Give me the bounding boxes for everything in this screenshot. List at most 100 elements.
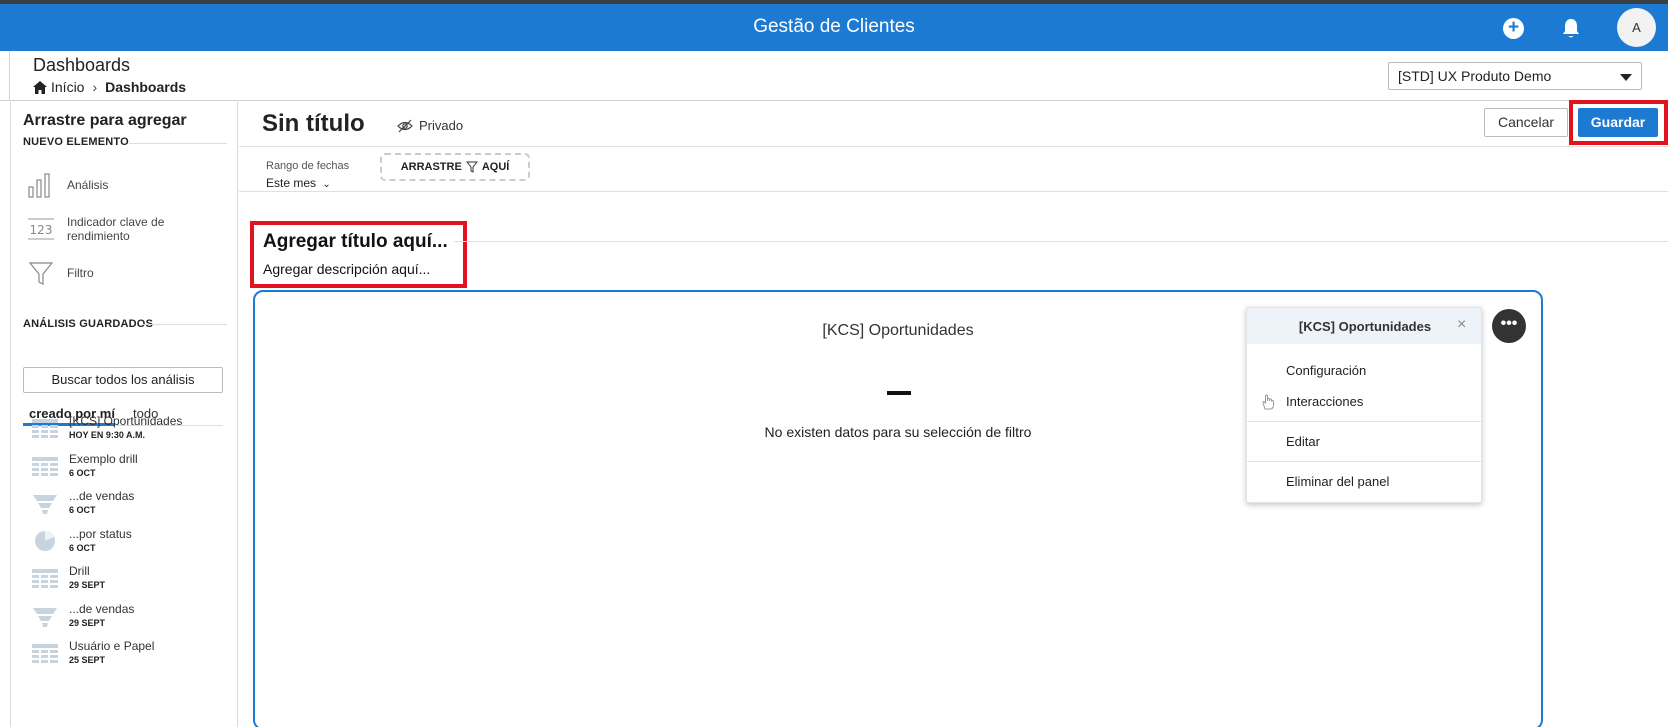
saved-analyses-heading: ANÁLISIS GUARDADOS <box>23 318 154 330</box>
new-item-label: Filtro <box>67 266 94 280</box>
saved-analysis-name: ...por status <box>69 526 132 541</box>
saved-analysis-name: Exemplo drill <box>69 451 138 466</box>
breadcrumb-home[interactable]: Início <box>51 79 84 95</box>
date-range-label: Rango de fechas <box>266 160 350 172</box>
page-header: Dashboards Início › Dashboards [STD] UX … <box>0 51 1668 101</box>
add-icon[interactable]: + <box>1503 18 1524 39</box>
new-item-kpi[interactable]: 123 Indicador clave de rendimiento <box>27 215 185 243</box>
saved-analysis-name: ...de vendas <box>69 489 135 503</box>
breadcrumb-current: Dashboards <box>105 79 187 95</box>
page-title: Dashboards <box>33 55 131 75</box>
workspace-select-value: [STD] UX Produto Demo <box>1398 68 1552 84</box>
menu-divider <box>1247 461 1483 462</box>
top-app-bar: Gestão de Clientes + A <box>0 4 1668 51</box>
saved-analysis-text: Exemplo drill 6 OCT <box>69 452 138 478</box>
menu-item-eliminar[interactable]: Eliminar del panel <box>1286 474 1389 489</box>
table-icon <box>32 569 58 588</box>
table-icon <box>32 419 58 438</box>
filter-funnel-icon <box>28 262 54 285</box>
filter-funnel-icon <box>465 161 478 173</box>
new-item-analysis[interactable]: Análisis <box>27 171 185 199</box>
search-analyses-input[interactable]: Buscar todos los análisis <box>23 367 223 393</box>
saved-analysis-item[interactable]: ...de vendas 6 OCT <box>31 489 134 515</box>
funnel-chart-icon <box>33 495 57 514</box>
saved-analysis-date: 29 SEPT <box>69 617 106 628</box>
hand-pointer-icon <box>1262 394 1274 410</box>
table-icon <box>32 456 58 476</box>
workspace-select[interactable]: [STD] UX Produto Demo <box>1388 62 1642 90</box>
menu-item-interacciones[interactable]: Interacciones <box>1286 394 1363 409</box>
saved-analysis-text: ...de vendas 29 SEPT <box>69 602 134 628</box>
drop-zone-text-before: ARRASTRE <box>400 161 462 173</box>
notification-bell-icon[interactable] <box>1559 17 1583 41</box>
section-divider <box>129 143 227 144</box>
saved-analysis-item[interactable]: Exemplo drill 6 OCT <box>31 452 138 478</box>
bar-chart-icon <box>28 173 50 198</box>
saved-analysis-name: [KCS] Oportunidades <box>69 414 183 428</box>
menu-item-configuracion[interactable]: Configuración <box>1286 363 1366 378</box>
table-icon <box>32 644 58 663</box>
menu-divider <box>1247 421 1483 422</box>
drop-zone-text-after: AQUÍ <box>481 161 510 173</box>
saved-analysis-date: HOY EN 9:30 A.M. <box>69 430 146 440</box>
svg-text:123: 123 <box>30 223 53 237</box>
more-options-icon[interactable]: ••• <box>1492 309 1526 343</box>
new-item-label: Indicador clave de rendimiento <box>67 215 165 243</box>
menu-item-editar[interactable]: Editar <box>1286 434 1320 449</box>
sidebar-title: Arrastre para agregar <box>23 112 187 129</box>
saved-analysis-text: [KCS] Oportunidades HOY EN 9:30 A.M. <box>69 414 182 440</box>
saved-analysis-name: Drill <box>69 564 90 578</box>
saved-analysis-item[interactable]: ...por status 6 OCT <box>31 527 132 553</box>
filter-bar-divider <box>239 191 1668 192</box>
cancel-button[interactable]: Cancelar <box>1484 108 1568 137</box>
dashboard-title[interactable]: Sin título <box>262 110 365 138</box>
card-context-menu: [KCS] Oportunidades × Configuración Inte… <box>1246 307 1483 503</box>
saved-analysis-date: 25 SEPT <box>69 655 106 665</box>
sidebar: Arrastre para agregar NUEVO ELEMENTO Aná… <box>10 102 238 727</box>
saved-analysis-name: ...de vendas <box>69 601 135 616</box>
breadcrumb-chevron-icon: › <box>92 79 98 95</box>
saved-analysis-item[interactable]: Usuário e Papel 25 SEPT <box>31 639 154 665</box>
chevron-down-icon: ⌄ <box>322 179 331 190</box>
saved-analysis-text: ...por status 6 OCT <box>69 527 132 553</box>
saved-analysis-name: Usuário e Papel <box>69 639 155 653</box>
saved-analysis-text: Drill 29 SEPT <box>69 564 105 590</box>
menu-header: [KCS] Oportunidades × <box>1247 308 1481 344</box>
eye-off-icon <box>397 119 413 132</box>
new-item-label: Análisis <box>67 178 109 192</box>
saved-analysis-date: 29 SEPT <box>69 580 106 590</box>
kpi-123-icon: 123 <box>28 218 54 240</box>
funnel-chart-icon <box>33 607 57 627</box>
toolbar-divider <box>239 146 1668 147</box>
caret-down-icon <box>1620 74 1632 81</box>
saved-analysis-item[interactable]: Drill 29 SEPT <box>31 564 105 590</box>
saved-analysis-item[interactable]: [KCS] Oportunidades HOY EN 9:30 A.M. <box>31 414 182 440</box>
new-item-filter[interactable]: Filtro <box>27 259 185 287</box>
left-rail <box>0 51 10 101</box>
home-icon[interactable] <box>33 80 47 94</box>
breadcrumb: Início › Dashboards <box>33 79 186 95</box>
menu-title: [KCS] Oportunidades <box>1298 319 1432 334</box>
privacy-toggle[interactable]: Privado <box>397 118 463 133</box>
section-divider <box>142 324 227 325</box>
user-avatar[interactable]: A <box>1617 8 1656 47</box>
saved-analysis-date: 6 OCT <box>69 467 96 478</box>
pie-chart-icon <box>35 530 55 551</box>
new-element-heading: NUEVO ELEMENTO <box>23 136 129 148</box>
saved-analysis-date: 6 OCT <box>69 542 96 553</box>
empty-value-dash <box>887 391 911 395</box>
saved-analysis-text: ...de vendas 6 OCT <box>69 489 134 515</box>
filter-drop-zone[interactable]: ARRASTRE AQUÍ <box>380 153 530 181</box>
saved-analysis-item[interactable]: ...de vendas 29 SEPT <box>31 602 134 628</box>
saved-analysis-text: Usuário e Papel 25 SEPT <box>69 639 154 665</box>
app-title: Gestão de Clientes <box>753 16 915 37</box>
date-range-value: Este mes <box>266 176 317 190</box>
dashboard-editor: Sin título Privado Cancelar Guardar Rang… <box>239 100 1668 727</box>
section-divider <box>454 241 1668 242</box>
saved-analysis-date: 6 OCT <box>69 505 96 515</box>
close-icon[interactable]: × <box>1457 316 1466 334</box>
privacy-label: Privado <box>419 118 464 133</box>
date-range-select[interactable]: Este mes ⌄ <box>266 176 331 190</box>
save-highlight-box <box>1569 100 1668 145</box>
title-highlight-box <box>250 221 467 288</box>
